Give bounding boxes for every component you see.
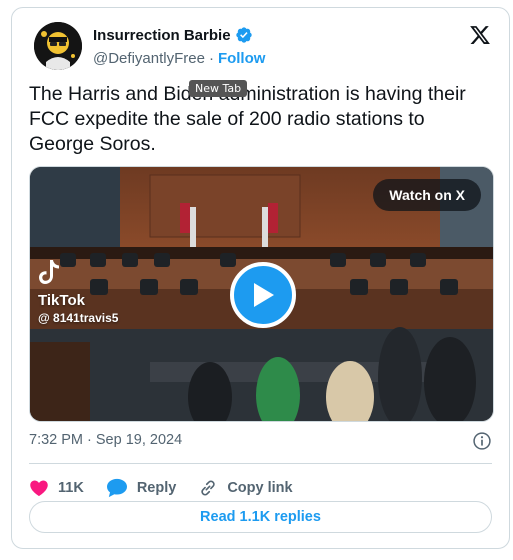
avatar[interactable]	[34, 22, 82, 70]
tweet-card: Insurrection Barbie @DefiyantlyFree · Fo…	[11, 7, 510, 549]
author-name[interactable]: Insurrection Barbie	[93, 27, 231, 44]
tweet-text: The Harris and Biden administration is h…	[29, 83, 466, 155]
video-media[interactable]: Watch on X TikTok @ 8141travis5	[29, 166, 494, 422]
author-name-row: Insurrection Barbie	[93, 24, 265, 46]
like-count: 11K	[58, 480, 84, 496]
watch-on-x-button[interactable]: Watch on X	[373, 179, 481, 211]
verified-badge-icon	[235, 27, 252, 43]
like-button[interactable]: 11K	[29, 478, 84, 498]
reply-button[interactable]: Reply	[106, 478, 177, 498]
divider	[29, 463, 492, 464]
play-button[interactable]	[230, 262, 296, 328]
follow-button[interactable]: Follow	[218, 50, 266, 67]
copy-link-label: Copy link	[227, 480, 293, 496]
tiktok-wordmark: TikTok	[38, 292, 85, 309]
info-icon[interactable]	[472, 431, 492, 451]
author-handle[interactable]: @DefiyantlyFree	[93, 50, 205, 67]
author-block: Insurrection Barbie @DefiyantlyFree · Fo…	[93, 24, 265, 68]
tiktok-watermark: TikTok @ 8141travis5	[38, 259, 118, 325]
new-tab-tooltip: New Tab	[189, 80, 248, 97]
author-handle-row: @DefiyantlyFree · Follow	[93, 48, 265, 68]
copy-link-button[interactable]: Copy link	[198, 478, 293, 498]
tiktok-handle: @ 8141travis5	[38, 311, 119, 325]
link-icon	[201, 480, 216, 496]
reply-bubble-icon	[106, 478, 127, 498]
tiktok-icon	[39, 260, 59, 284]
reply-label: Reply	[136, 480, 177, 496]
read-replies-button[interactable]: Read 1.1K replies	[29, 501, 492, 533]
tweet-timestamp[interactable]: 7:32 PM · Sep 19, 2024	[29, 432, 182, 448]
play-icon	[254, 283, 274, 307]
x-logo-icon[interactable]	[469, 24, 491, 46]
heart-icon	[30, 480, 48, 496]
separator-dot: ·	[208, 49, 214, 67]
